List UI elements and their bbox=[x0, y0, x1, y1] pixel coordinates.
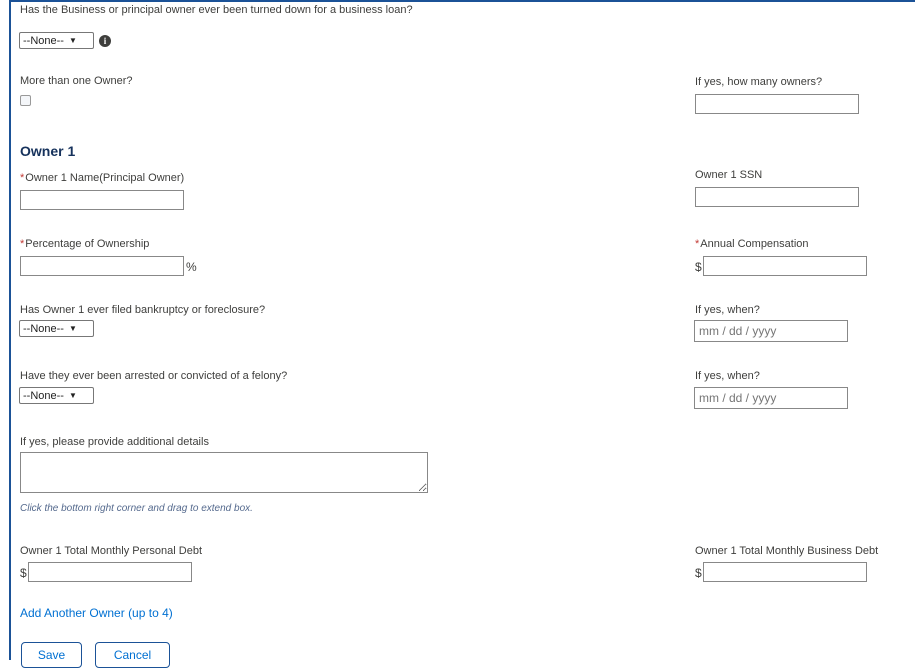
bankruptcy-date-input[interactable] bbox=[694, 320, 848, 342]
owner-name-input[interactable] bbox=[20, 190, 184, 210]
bankruptcy-label: Has Owner 1 ever filed bankruptcy or for… bbox=[20, 304, 266, 316]
bankruptcy-when-label: If yes, when? bbox=[695, 304, 760, 316]
required-marker: * bbox=[695, 238, 700, 250]
felony-select[interactable]: --None-- ▼ bbox=[19, 387, 94, 404]
chevron-down-icon: ▼ bbox=[68, 324, 77, 333]
percentage-label: *Percentage of Ownership bbox=[20, 238, 149, 250]
compensation-label: *Annual Compensation bbox=[695, 238, 809, 250]
add-owner-link[interactable]: Add Another Owner (up to 4) bbox=[20, 606, 173, 620]
info-icon[interactable]: i bbox=[99, 35, 111, 47]
compensation-input[interactable] bbox=[703, 256, 867, 276]
required-marker: * bbox=[20, 238, 25, 250]
owner-count-input[interactable] bbox=[695, 94, 859, 114]
owner-count-label: If yes, how many owners? bbox=[695, 76, 823, 88]
loan-question-select[interactable]: --None-- ▼ bbox=[19, 32, 94, 49]
business-debt-label: Owner 1 Total Monthly Business Debt bbox=[695, 545, 879, 557]
percentage-input[interactable] bbox=[20, 256, 184, 276]
loan-question-select-value: --None-- bbox=[23, 34, 64, 47]
felony-when-label: If yes, when? bbox=[695, 370, 760, 382]
owner-name-label-text: Owner 1 Name(Principal Owner) bbox=[25, 172, 185, 184]
business-debt-input[interactable] bbox=[703, 562, 867, 582]
owner-name-label: *Owner 1 Name(Principal Owner) bbox=[20, 172, 184, 184]
bankruptcy-select-value: --None-- bbox=[23, 322, 64, 335]
save-button[interactable]: Save bbox=[21, 642, 82, 668]
chevron-down-icon: ▼ bbox=[68, 391, 77, 400]
currency-symbol: $ bbox=[20, 566, 27, 580]
currency-symbol: $ bbox=[695, 566, 702, 580]
owner-ssn-input[interactable] bbox=[695, 187, 859, 207]
multiple-owners-label: More than one Owner? bbox=[20, 75, 133, 87]
felony-label: Have they ever been arrested or convicte… bbox=[20, 370, 288, 382]
currency-symbol: $ bbox=[695, 260, 702, 274]
felony-date-input[interactable] bbox=[694, 387, 848, 409]
percent-suffix: % bbox=[186, 260, 197, 274]
chevron-down-icon: ▼ bbox=[68, 36, 77, 45]
compensation-label-text: Annual Compensation bbox=[700, 238, 809, 250]
personal-debt-input[interactable] bbox=[28, 562, 192, 582]
details-textarea[interactable] bbox=[20, 452, 428, 493]
multiple-owners-checkbox[interactable] bbox=[20, 95, 31, 106]
bankruptcy-select[interactable]: --None-- ▼ bbox=[19, 320, 94, 337]
owner-ssn-label: Owner 1 SSN bbox=[695, 169, 763, 181]
owner-section-title: Owner 1 bbox=[20, 143, 76, 159]
required-marker: * bbox=[20, 172, 25, 184]
percentage-label-text: Percentage of Ownership bbox=[25, 238, 150, 250]
details-hint: Click the bottom right corner and drag t… bbox=[20, 503, 253, 514]
details-label: If yes, please provide additional detail… bbox=[20, 436, 209, 448]
loan-question-label: Has the Business or principal owner ever… bbox=[20, 4, 413, 16]
personal-debt-label: Owner 1 Total Monthly Personal Debt bbox=[20, 545, 202, 557]
felony-select-value: --None-- bbox=[23, 389, 64, 402]
cancel-button[interactable]: Cancel bbox=[95, 642, 170, 668]
